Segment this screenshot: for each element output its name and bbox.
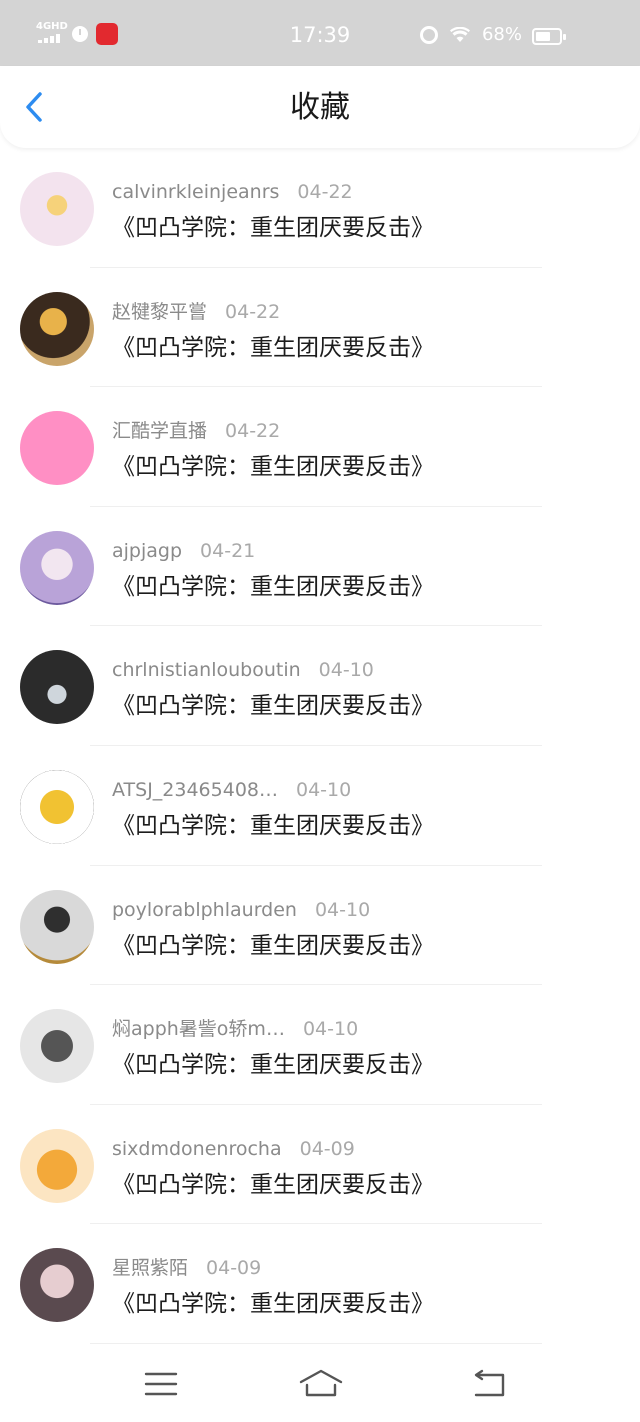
item-date: 04-09	[299, 1137, 355, 1160]
user-name[interactable]: 赵犍黎平嘗	[112, 300, 207, 324]
home-icon	[299, 1369, 343, 1397]
item-meta: calvinrkleinjeanrs 04-22	[112, 180, 353, 204]
user-name[interactable]: calvinrkleinjeanrs	[112, 180, 279, 204]
avatar[interactable]	[20, 889, 94, 964]
item-meta: ATSJ_23465408… 04-10	[112, 778, 351, 802]
avatar[interactable]	[20, 1128, 94, 1203]
item-meta: 汇酷学直播 04-22	[112, 419, 280, 443]
user-name[interactable]: sixdmdonenrocha	[112, 1137, 282, 1161]
avatar[interactable]	[20, 1248, 94, 1323]
battery-fill	[536, 32, 550, 41]
list-item[interactable]: poylorablphlaurden 04-10 《凹凸学院：重生团厌要反击》	[0, 866, 640, 986]
item-meta: 焖apph暑訾o轿m… 04-10	[112, 1017, 358, 1041]
user-name[interactable]: 汇酷学直播	[112, 419, 207, 443]
user-name[interactable]: chrlnistianlouboutin	[112, 658, 301, 682]
item-meta: 赵犍黎平嘗 04-22	[112, 300, 280, 324]
item-title[interactable]: 《凹凸学院：重生团厌要反击》	[112, 810, 434, 842]
avatar[interactable]	[20, 1009, 94, 1084]
item-date: 04-22	[225, 420, 281, 443]
battery-icon	[532, 28, 566, 45]
divider	[90, 1342, 542, 1344]
item-title[interactable]: 《凹凸学院：重生团厌要反击》	[112, 1169, 434, 1201]
user-name[interactable]: poylorablphlaurden	[112, 898, 297, 922]
user-name[interactable]: 焖apph暑訾o轿m…	[112, 1017, 285, 1041]
item-meta: ajpjagp 04-21	[112, 539, 255, 563]
item-meta: chrlnistianlouboutin 04-10	[112, 658, 374, 682]
list-item[interactable]: sixdmdonenrocha 04-09 《凹凸学院：重生团厌要反击》	[0, 1105, 640, 1225]
list-item[interactable]: ajpjagp 04-21 《凹凸学院：重生团厌要反击》	[0, 507, 640, 627]
list-item[interactable]: 汇酷学直播 04-22 《凹凸学院：重生团厌要反击》	[0, 387, 640, 507]
return-icon	[474, 1369, 505, 1397]
page-title: 收藏	[290, 90, 350, 125]
list-item[interactable]: 赵犍黎平嘗 04-22 《凹凸学院：重生团厌要反击》	[0, 268, 640, 388]
battery-percent: 68%	[481, 24, 522, 45]
home-button[interactable]	[298, 1368, 344, 1400]
item-date: 04-10	[296, 778, 352, 801]
item-title[interactable]: 《凹凸学院：重生团厌要反击》	[112, 212, 434, 244]
item-date: 04-21	[200, 539, 256, 562]
item-title[interactable]: 《凹凸学院：重生团厌要反击》	[112, 451, 434, 483]
item-date: 04-09	[206, 1257, 262, 1280]
avatar[interactable]	[20, 291, 94, 366]
item-title[interactable]: 《凹凸学院：重生团厌要反击》	[112, 930, 434, 962]
list-item[interactable]: ATSJ_23465408… 04-10 《凹凸学院：重生团厌要反击》	[0, 746, 640, 866]
status-bar: 4GHD 17:39 68%	[0, 0, 640, 66]
menu-button[interactable]	[142, 1368, 182, 1400]
alarm-icon	[419, 25, 438, 44]
avatar[interactable]	[20, 769, 94, 844]
user-name[interactable]: ajpjagp	[112, 539, 182, 563]
item-date: 04-22	[225, 300, 281, 323]
avatar[interactable]	[20, 530, 94, 605]
item-date: 04-22	[297, 181, 353, 203]
system-nav-bar	[0, 1350, 640, 1422]
list-item[interactable]: calvinrkleinjeanrs 04-22 《凹凸学院：重生团厌要反击》	[0, 148, 640, 268]
user-name[interactable]: 星照紫陌	[112, 1256, 188, 1280]
avatar[interactable]	[20, 172, 94, 246]
header: 收藏	[0, 66, 640, 148]
list-item[interactable]: 星照紫陌 04-09 《凹凸学院：重生团厌要反击》	[0, 1224, 640, 1344]
item-title[interactable]: 《凹凸学院：重生团厌要反击》	[112, 571, 434, 603]
item-title[interactable]: 《凹凸学院：重生团厌要反击》	[112, 332, 434, 364]
item-meta: sixdmdonenrocha 04-09	[112, 1137, 355, 1161]
list-item[interactable]: 焖apph暑訾o轿m… 04-10 《凹凸学院：重生团厌要反击》	[0, 985, 640, 1105]
wifi-icon	[449, 26, 470, 42]
item-title[interactable]: 《凹凸学院：重生团厌要反击》	[112, 1049, 434, 1081]
avatar[interactable]	[20, 411, 94, 486]
item-date: 04-10	[302, 1018, 359, 1041]
list-item[interactable]: chrlnistianlouboutin 04-10 《凹凸学院：重生团厌要反击》	[0, 626, 640, 746]
item-meta: poylorablphlaurden 04-10	[112, 898, 370, 922]
favorites-list: calvinrkleinjeanrs 04-22 《凹凸学院：重生团厌要反击》 赵犍黎…	[0, 148, 640, 1344]
avatar[interactable]	[20, 650, 94, 725]
menu-icon	[144, 1372, 178, 1396]
item-meta: 星照紫陌 04-09	[112, 1256, 261, 1280]
item-title[interactable]: 《凹凸学院：重生团厌要反击》	[112, 1288, 434, 1320]
item-date: 04-10	[318, 659, 374, 682]
item-title[interactable]: 《凹凸学院：重生团厌要反击》	[112, 690, 434, 722]
return-button[interactable]	[470, 1368, 510, 1400]
user-name[interactable]: ATSJ_23465408…	[112, 778, 278, 802]
item-date: 04-10	[314, 898, 371, 921]
